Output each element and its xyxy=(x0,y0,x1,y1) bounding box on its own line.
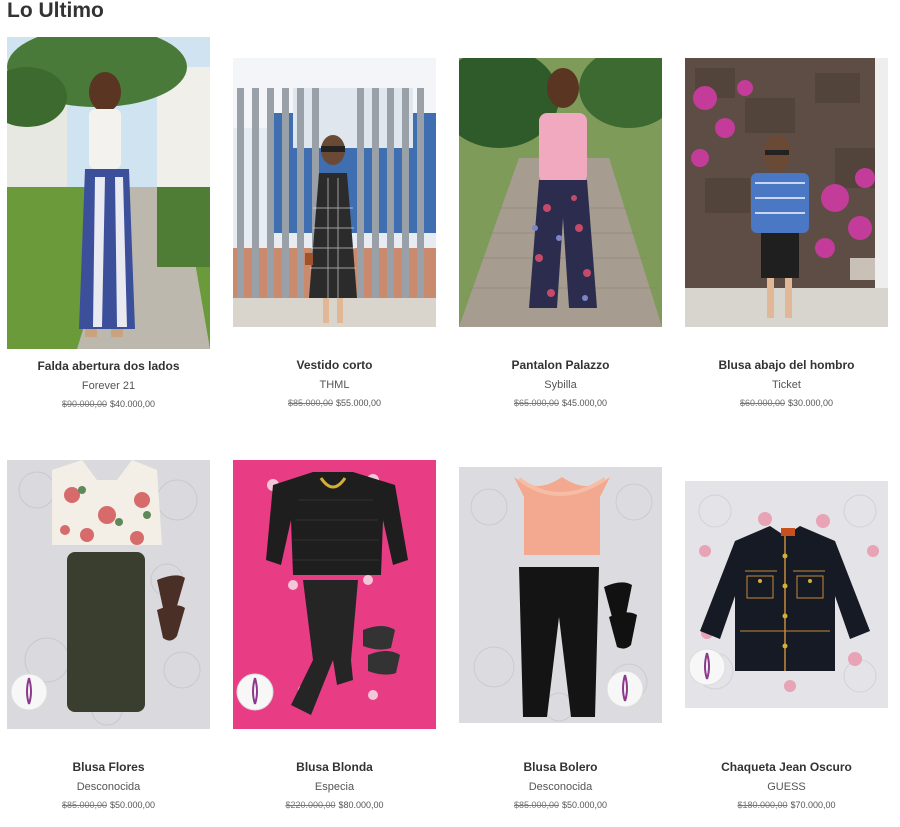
product-brand: Forever 21 xyxy=(81,380,136,392)
product-price: $180.000,00 $70.000,00 xyxy=(685,799,888,811)
product-info: Blusa Flores Desconocida $85.000,00 $50.0… xyxy=(7,760,210,811)
product-brand: Ticket xyxy=(772,379,801,391)
product-price: $60.000,00 $30.000,00 xyxy=(685,397,888,409)
product-price: $220.000,00 $80.000,00 xyxy=(233,799,436,811)
product-info: Vestido corto THML $85.000,00 $55.000,00 xyxy=(233,358,436,409)
product-name[interactable]: Blusa Bolero xyxy=(459,760,662,775)
product-brand: THML xyxy=(319,379,350,391)
original-price: $85.000,00 xyxy=(61,800,107,810)
product-price: $85.000,00 $50.000,00 xyxy=(459,799,662,811)
product-photo xyxy=(685,481,888,708)
sale-price: $50.000,00 xyxy=(110,800,156,810)
product-name[interactable]: Falda abertura dos lados xyxy=(7,359,210,374)
product-image-link[interactable] xyxy=(459,467,662,723)
product-brand: Sybilla xyxy=(544,379,577,391)
product-info: Blusa Bolero Desconocida $85.000,00 $50.0… xyxy=(459,760,662,811)
product-name[interactable]: Blusa abajo del hombro xyxy=(685,358,888,373)
product-price: $85.000,00 $50.000,00 xyxy=(7,799,210,811)
product-photo xyxy=(233,460,436,729)
product-name[interactable]: Pantalon Palazzo xyxy=(459,358,662,373)
product-name[interactable]: Blusa Blonda xyxy=(233,760,436,775)
product-price: $90.000,00 $40.000,00 xyxy=(7,398,210,410)
product-brand: GUESS xyxy=(767,781,806,793)
sale-price: $30.000,00 xyxy=(788,398,834,408)
product-price: $85.000,00 $55.000,00 xyxy=(233,397,436,409)
product-brand: Desconocida xyxy=(76,781,141,793)
product-photo xyxy=(7,460,210,729)
original-price: $65.000,00 xyxy=(513,398,559,408)
sale-price: $80.000,00 xyxy=(338,800,384,810)
product-photo xyxy=(459,58,662,327)
product-image-link[interactable] xyxy=(233,58,436,327)
original-price: $180.000,00 xyxy=(737,800,788,810)
original-price: $60.000,00 xyxy=(739,398,785,408)
sale-price: $50.000,00 xyxy=(562,800,608,810)
original-price: $85.000,00 xyxy=(287,398,333,408)
original-price: $90.000,00 xyxy=(61,399,107,409)
product-info: Blusa abajo del hombro Ticket $60.000,00… xyxy=(685,358,888,409)
product-price: $65.000,00 $45.000,00 xyxy=(459,397,662,409)
product-photo xyxy=(7,37,210,349)
product-info: Chaqueta Jean Oscuro GUESS $180.000,00 $7… xyxy=(685,760,888,811)
product-brand: Desconocida xyxy=(528,781,593,793)
product-photo xyxy=(233,58,436,327)
product-info: Pantalon Palazzo Sybilla $65.000,00 $45.0… xyxy=(459,358,662,409)
product-name[interactable]: Blusa Flores xyxy=(7,760,210,775)
product-image-link[interactable] xyxy=(233,460,436,729)
product-image-link[interactable] xyxy=(7,460,210,729)
section-title: Lo Ultimo xyxy=(7,0,104,22)
product-info: Falda abertura dos lados Forever 21 $90.… xyxy=(7,359,210,410)
sale-price: $55.000,00 xyxy=(336,398,382,408)
sale-price: $70.000,00 xyxy=(790,800,836,810)
product-name[interactable]: Vestido corto xyxy=(233,358,436,373)
product-photo xyxy=(459,467,662,723)
product-photo xyxy=(685,58,888,327)
product-image-link[interactable] xyxy=(7,37,210,349)
original-price: $220.000,00 xyxy=(285,800,336,810)
original-price: $85.000,00 xyxy=(513,800,559,810)
product-image-link[interactable] xyxy=(685,481,888,708)
product-image-link[interactable] xyxy=(459,58,662,327)
product-info: Blusa Blonda Especia $220.000,00 $80.000,… xyxy=(233,760,436,811)
sale-price: $40.000,00 xyxy=(110,399,156,409)
sale-price: $45.000,00 xyxy=(562,398,608,408)
product-brand: Especia xyxy=(314,781,355,793)
product-name[interactable]: Chaqueta Jean Oscuro xyxy=(685,760,888,775)
product-image-link[interactable] xyxy=(685,58,888,327)
